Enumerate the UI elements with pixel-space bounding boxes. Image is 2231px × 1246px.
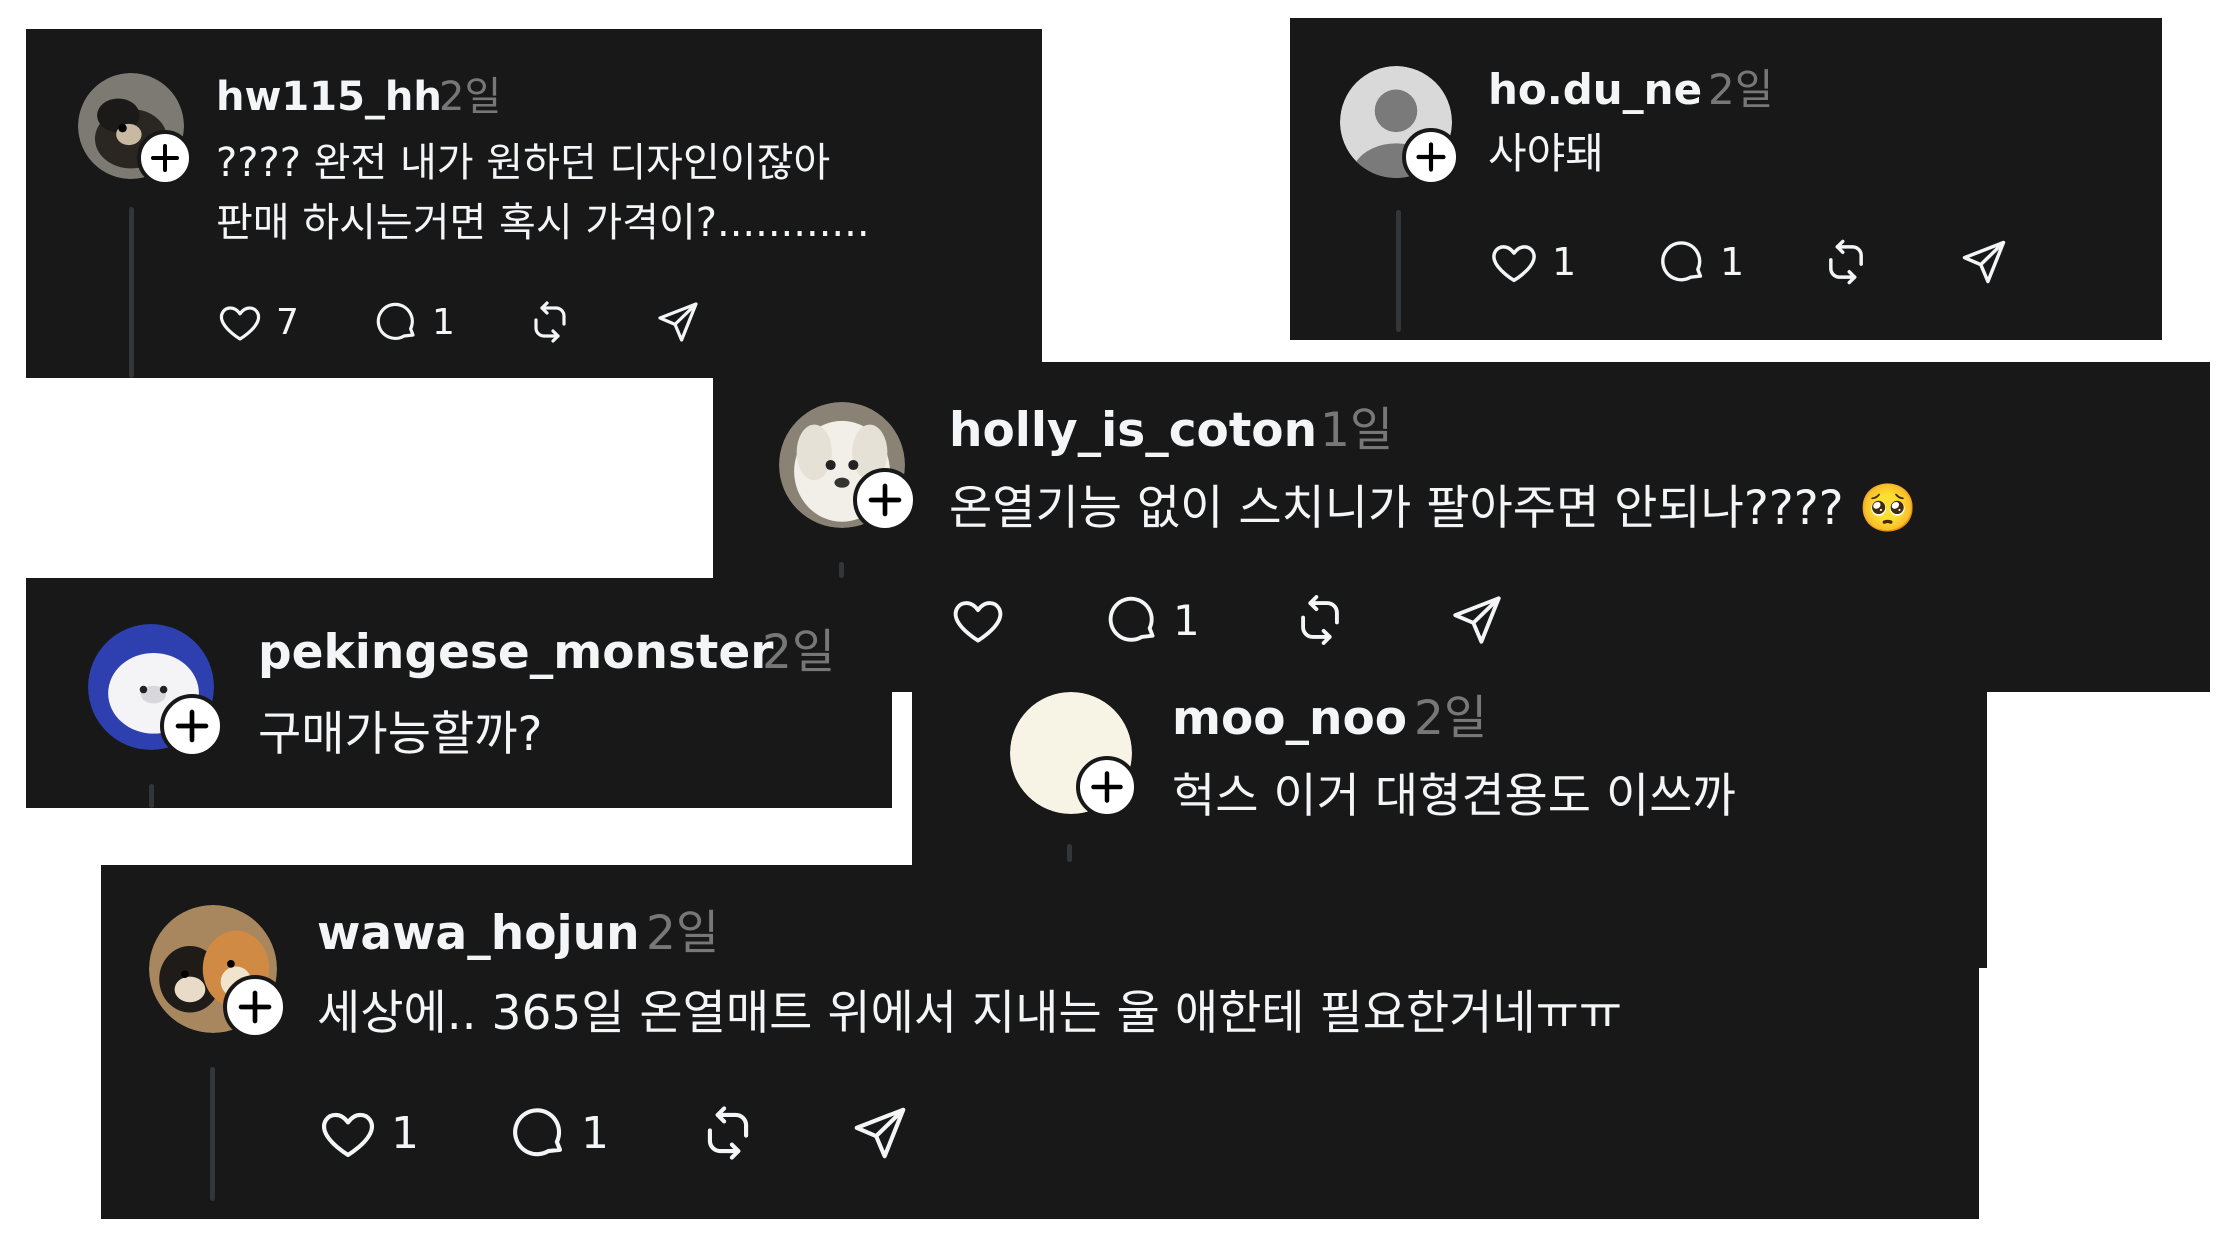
share-icon: [1453, 596, 1501, 644]
thread-line: [1396, 210, 1401, 332]
repost-button[interactable]: [1291, 590, 1349, 650]
comment-card-hw115_hh: hw115_hh 2일 ???? 완전 내가 원하던 디자인이잖아 판매 하시는…: [26, 29, 1042, 378]
username[interactable]: holly_is_coton: [949, 400, 1317, 462]
share-button[interactable]: [1958, 234, 2010, 290]
share-button[interactable]: [654, 295, 702, 349]
comment-card-holly_is_coton: holly_is_coton 1일 온열기능 없이 스치니가 팔아주면 안되나?…: [713, 362, 2210, 692]
timestamp: 2일: [439, 74, 502, 120]
comment-card-pekingese_monster: pekingese_monster 2일 구매가능할까?: [26, 578, 892, 808]
follow-plus-icon[interactable]: [223, 975, 287, 1039]
share-icon: [658, 302, 698, 342]
username[interactable]: wawa_hojun: [317, 903, 640, 965]
repost-icon: [1829, 239, 1863, 285]
username[interactable]: ho.du_ne: [1488, 62, 1702, 118]
comment-card-wawa_hojun: wawa_hojun 2일 세상에.. 365일 온열매트 위에서 지내는 울 …: [101, 865, 1979, 1219]
like-button[interactable]: 1: [317, 1101, 419, 1165]
reply-count: 1: [581, 1107, 609, 1159]
follow-plus-icon[interactable]: [1076, 756, 1138, 818]
follow-plus-icon[interactable]: [160, 694, 224, 758]
follow-plus-icon[interactable]: [853, 468, 917, 532]
share-button[interactable]: [849, 1101, 911, 1165]
like-count: 1: [1552, 240, 1577, 284]
repost-icon: [707, 1106, 749, 1160]
heart-icon: [219, 306, 261, 341]
thread-line: [149, 784, 154, 808]
username[interactable]: hw115_hh: [216, 71, 442, 123]
comment-text: 판매 하시는거면 혹시 가격이?............: [216, 200, 870, 246]
follow-plus-icon[interactable]: [1402, 128, 1460, 186]
like-count: 1: [391, 1107, 419, 1159]
heart-icon: [1492, 245, 1536, 283]
repost-button[interactable]: [1820, 234, 1872, 290]
thread-line: [839, 562, 844, 578]
like-count: 7: [276, 301, 299, 343]
timestamp: 2일: [1414, 691, 1488, 746]
repost-button[interactable]: [697, 1101, 759, 1165]
username[interactable]: moo_noo: [1172, 688, 1407, 750]
comment-text: ???? 완전 내가 원하던 디자인이잖아: [216, 140, 831, 186]
comment-card-ho.du_ne: ho.du_ne 2일 사야돼 1 1: [1290, 18, 2162, 340]
comment-text: 구매가능할까?: [258, 707, 543, 762]
follow-plus-icon[interactable]: [137, 130, 193, 186]
comment-text: 헉스 이거 대형견용도 이쓰까: [1172, 769, 1736, 824]
timestamp: 2일: [762, 625, 836, 680]
repost-icon: [1301, 595, 1339, 645]
reply-count: 1: [1173, 595, 1200, 645]
comment-icon: [376, 302, 415, 340]
heart-icon: [953, 601, 1003, 643]
timestamp: 2일: [1708, 65, 1774, 114]
share-icon: [1962, 240, 2006, 284]
reply-count: 1: [432, 301, 455, 343]
comment-text: 세상에.. 365일 온열매트 위에서 지내는 울 애한테 필요한거네ㅠㅠ: [317, 986, 1623, 1041]
comment-icon: [1661, 241, 1703, 282]
repost-button[interactable]: [526, 295, 574, 349]
timestamp: 2일: [646, 906, 720, 961]
reply-button[interactable]: 1: [507, 1101, 609, 1165]
reply-button[interactable]: 1: [372, 295, 455, 349]
like-button[interactable]: 7: [216, 295, 299, 349]
reply-button[interactable]: 1: [1656, 234, 1744, 290]
heart-icon: [322, 1112, 374, 1158]
like-button[interactable]: 1: [1488, 234, 1576, 290]
timestamp: 1일: [1320, 403, 1394, 458]
share-button[interactable]: [1448, 590, 1506, 650]
username[interactable]: pekingese_monster: [258, 622, 773, 684]
like-button[interactable]: [949, 590, 1019, 650]
repost-icon: [534, 301, 566, 343]
share-icon: [854, 1107, 906, 1159]
comment-text: 사야돼: [1488, 129, 1604, 178]
thread-line: [210, 1067, 215, 1201]
comment-icon: [513, 1108, 563, 1157]
reply-count: 1: [1720, 240, 1745, 284]
thread-line: [129, 207, 134, 378]
thread-line: [1067, 844, 1072, 862]
comment-text: 온열기능 없이 스치니가 팔아주면 안되나???? 🥺: [949, 481, 1918, 536]
comment-icon: [1108, 596, 1155, 642]
reply-button[interactable]: 1: [1103, 590, 1200, 650]
